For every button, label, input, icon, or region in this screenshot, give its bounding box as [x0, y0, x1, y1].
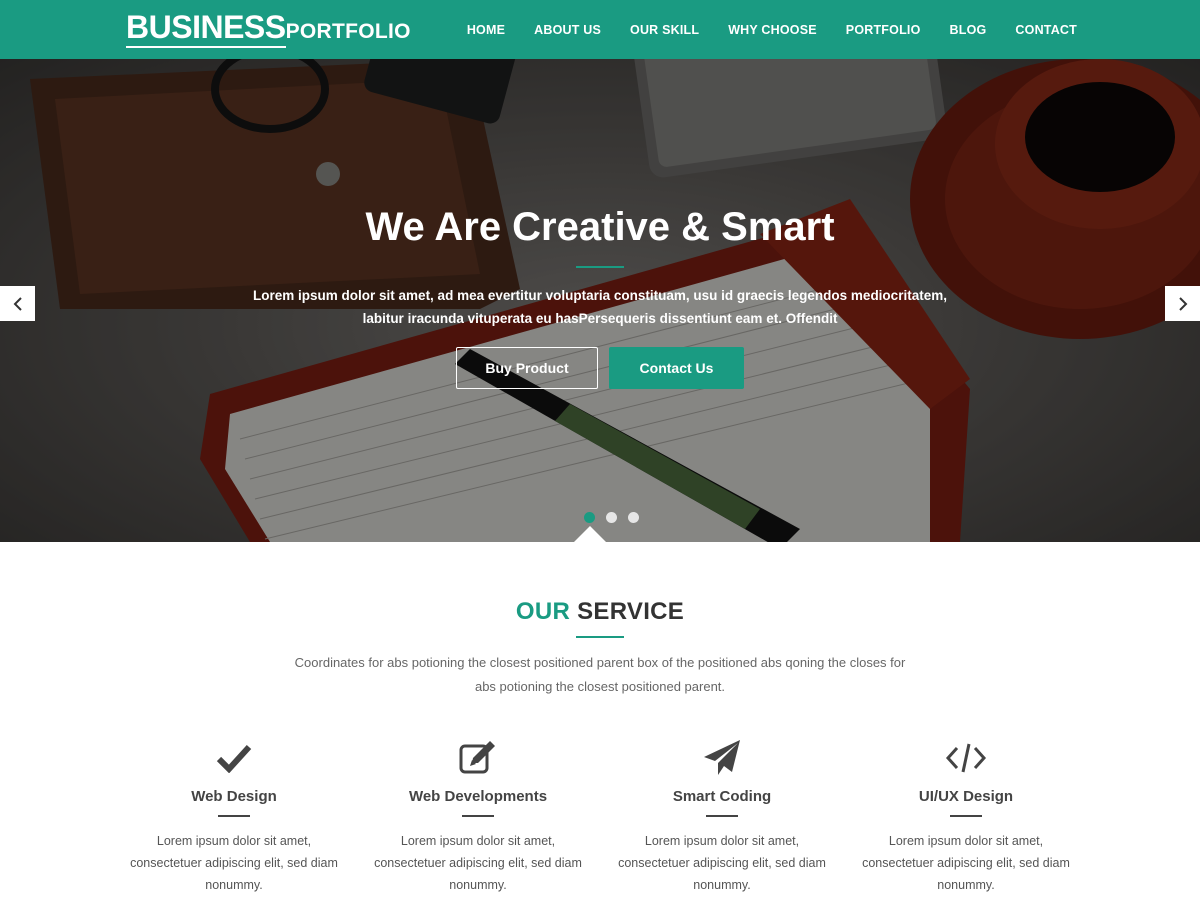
navbar: BUSINESS PORTFOLIO HOME ABOUT US OUR SKI… [0, 0, 1200, 59]
slider-dots [584, 512, 650, 523]
hero-divider [576, 266, 624, 268]
edit-icon [459, 741, 495, 774]
service-divider [218, 815, 250, 817]
chevron-left-icon [13, 296, 22, 311]
code-icon [945, 743, 987, 773]
section-divider [576, 636, 624, 638]
paper-plane-icon [704, 740, 740, 775]
service-title: Web Developments [408, 788, 548, 805]
service-divider [462, 815, 494, 817]
brand-main: BUSINESS [126, 9, 286, 48]
nav-item-about-us[interactable]: ABOUT US [534, 23, 601, 37]
service-item: Web Design Lorem ipsum dolor sit amet, c… [112, 738, 356, 896]
service-title: Smart Coding [672, 788, 772, 805]
section-title-rest: SERVICE [577, 598, 685, 625]
check-icon [216, 744, 252, 773]
hero-slider: We Are Creative & Smart Lorem ipsum dolo… [0, 59, 1200, 542]
hero-description: Lorem ipsum dolor sit amet, ad mea evert… [253, 288, 947, 326]
service-item: UI/UX Design Lorem ipsum dolor sit amet,… [844, 738, 1088, 896]
hero-title: We Are Creative & Smart [365, 205, 835, 249]
nav-item-blog[interactable]: BLOG [950, 23, 987, 37]
service-text: Lorem ipsum dolor sit amet, consectetuer… [374, 834, 582, 892]
service-divider [706, 815, 738, 817]
slider-dot-3[interactable] [628, 512, 639, 523]
main-nav: HOME ABOUT US OUR SKILL WHY CHOOSE PORTF… [438, 0, 1077, 59]
service-divider [950, 815, 982, 817]
chevron-right-icon [1178, 296, 1187, 311]
service-item: Smart Coding Lorem ipsum dolor sit amet,… [600, 738, 844, 896]
section-title-accent: OUR [515, 598, 571, 625]
services-grid: Web Design Lorem ipsum dolor sit amet, c… [112, 738, 1088, 896]
service-title: UI/UX Design [918, 788, 1014, 805]
nav-item-why-choose[interactable]: WHY CHOOSE [728, 23, 817, 37]
service-title: Web Design [191, 788, 277, 805]
service-text: Lorem ipsum dolor sit amet, consectetuer… [618, 834, 826, 892]
contact-us-button[interactable]: Contact Us [609, 347, 744, 389]
service-item: Web Developments Lorem ipsum dolor sit a… [356, 738, 600, 896]
brand-sub: PORTFOLIO [285, 20, 411, 43]
slider-dot-2[interactable] [606, 512, 617, 523]
nav-item-home[interactable]: HOME [467, 23, 505, 37]
nav-item-portfolio[interactable]: PORTFOLIO [846, 23, 921, 37]
nav-item-our-skill[interactable]: OUR SKILL [630, 23, 699, 37]
section-title: OUR SERVICE [0, 598, 1200, 626]
brand-logo[interactable]: BUSINESS PORTFOLIO [126, 9, 411, 48]
hero-notch [574, 526, 606, 542]
slider-next-button[interactable] [1165, 286, 1200, 321]
section-intro: Coordinates for abs potioning the closes… [294, 655, 906, 694]
service-text: Lorem ipsum dolor sit amet, consectetuer… [862, 834, 1070, 892]
slider-dot-1[interactable] [584, 512, 595, 523]
slider-prev-button[interactable] [0, 286, 35, 321]
service-text: Lorem ipsum dolor sit amet, consectetuer… [130, 834, 338, 892]
buy-product-button[interactable]: Buy Product [456, 347, 598, 389]
nav-item-contact[interactable]: CONTACT [1015, 23, 1077, 37]
